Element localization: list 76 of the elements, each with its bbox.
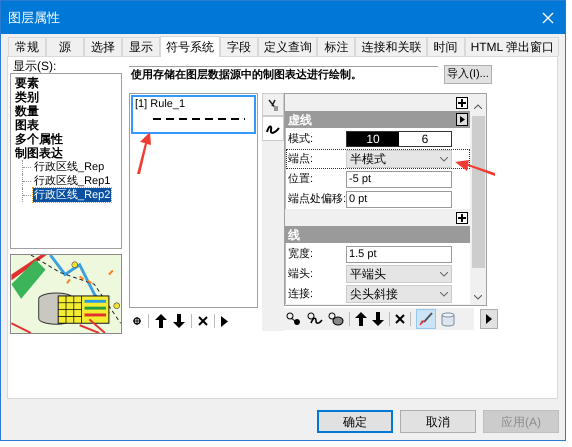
add-marker-icon[interactable] xyxy=(286,312,302,326)
database-icon[interactable] xyxy=(441,312,455,326)
show-label: 显示(S): xyxy=(12,59,58,73)
property-label: 端头: xyxy=(287,266,314,282)
dropdown[interactable]: 尖头斜接 xyxy=(346,285,452,303)
scroll-up-icon[interactable] xyxy=(474,104,482,109)
dialog-button[interactable]: 取消 xyxy=(400,410,476,433)
tab[interactable]: 常规 xyxy=(8,37,46,56)
up-arrow-icon[interactable] xyxy=(355,312,367,326)
tree-item[interactable]: 行政区线_Rep xyxy=(33,160,106,174)
brush-button[interactable] xyxy=(416,309,436,329)
property-label: 模式: xyxy=(287,132,314,147)
property-label: 端点: xyxy=(287,152,314,167)
section-title: 虚线 xyxy=(288,112,312,128)
plus-icon[interactable] xyxy=(456,96,468,108)
brush-icon xyxy=(419,312,433,326)
input-field[interactable]: 1.5 pt xyxy=(346,246,452,262)
scrollbar-thumb[interactable] xyxy=(472,116,484,268)
tree-item[interactable]: 要素 xyxy=(14,76,40,90)
expand-icon[interactable] xyxy=(456,113,468,126)
scroll-down-icon[interactable] xyxy=(474,295,482,300)
add-stroke-icon[interactable] xyxy=(307,312,323,326)
tab[interactable]: 时间 xyxy=(426,37,465,56)
plus-icon[interactable] xyxy=(456,212,468,224)
play-icon[interactable] xyxy=(221,316,228,326)
delete-icon[interactable] xyxy=(198,316,208,326)
up-arrow-icon[interactable] xyxy=(155,314,167,328)
section-title: 线 xyxy=(288,226,300,244)
tree-item[interactable]: 行政区线_Rep1 xyxy=(33,174,112,188)
down-arrow-icon[interactable] xyxy=(173,314,185,328)
description-field: 使用存储在图层数据源中的制图表达进行绘制。 xyxy=(129,66,438,83)
chevron-down-icon xyxy=(440,292,448,296)
tab[interactable]: 字段 xyxy=(220,37,258,56)
play-icon xyxy=(486,314,492,324)
rule-item[interactable]: [1] Rule_1 xyxy=(131,95,256,134)
tree-item[interactable]: 类别 xyxy=(14,90,40,104)
input-field[interactable]: 0 pt xyxy=(346,190,452,208)
tab[interactable]: 源 xyxy=(46,37,84,56)
squiggle-icon xyxy=(266,124,280,134)
annotation-arrow xyxy=(135,131,153,175)
tab[interactable]: 连接和关联 xyxy=(355,37,427,56)
stroke-layer-tab[interactable] xyxy=(262,116,284,141)
annotation-arrow xyxy=(454,159,496,177)
tab[interactable]: HTML 弹出窗口 xyxy=(464,37,559,56)
window-title: 图层属性 xyxy=(8,8,60,27)
tab[interactable]: 标注 xyxy=(317,37,356,56)
tree-item[interactable]: 多个属性 xyxy=(14,132,64,146)
marker-layer-tab[interactable] xyxy=(262,93,284,116)
chevron-down-icon xyxy=(440,156,448,162)
tree-item[interactable]: 数量 xyxy=(14,104,40,118)
tab[interactable]: 显示 xyxy=(122,37,160,56)
rule-label: [1] Rule_1 xyxy=(135,97,186,111)
tab[interactable]: 符号系统 xyxy=(160,36,220,57)
dialog-button[interactable]: 确定 xyxy=(317,410,393,433)
dropdown[interactable]: 半模式 xyxy=(346,150,452,168)
add-icon[interactable] xyxy=(132,316,142,326)
property-label: 位置: xyxy=(287,172,314,187)
tab[interactable]: 选择 xyxy=(84,37,122,56)
delete-icon[interactable] xyxy=(395,314,405,324)
chevron-down-icon xyxy=(440,272,448,276)
dash-pattern-field[interactable]: 10 6 xyxy=(346,131,452,147)
tree-item[interactable]: 行政区线_Rep2 xyxy=(33,188,112,202)
tab[interactable]: 定义查询 xyxy=(258,37,318,56)
input-field[interactable]: -5 pt xyxy=(346,170,452,188)
tree-item[interactable]: 图表 xyxy=(14,118,40,132)
pin-icon xyxy=(267,98,279,112)
property-label: 宽度: xyxy=(287,246,314,262)
import-button[interactable]: 导入(I)... xyxy=(444,65,492,84)
close-icon[interactable] xyxy=(542,12,554,24)
more-button[interactable] xyxy=(480,309,498,329)
property-label: 连接: xyxy=(287,286,314,302)
tree-item[interactable]: 制图表达 xyxy=(14,146,64,160)
down-arrow-icon[interactable] xyxy=(372,312,384,326)
add-fill-icon[interactable] xyxy=(328,312,344,326)
dropdown[interactable]: 平端头 xyxy=(346,265,452,283)
property-label: 端点处偏移: xyxy=(287,192,346,207)
